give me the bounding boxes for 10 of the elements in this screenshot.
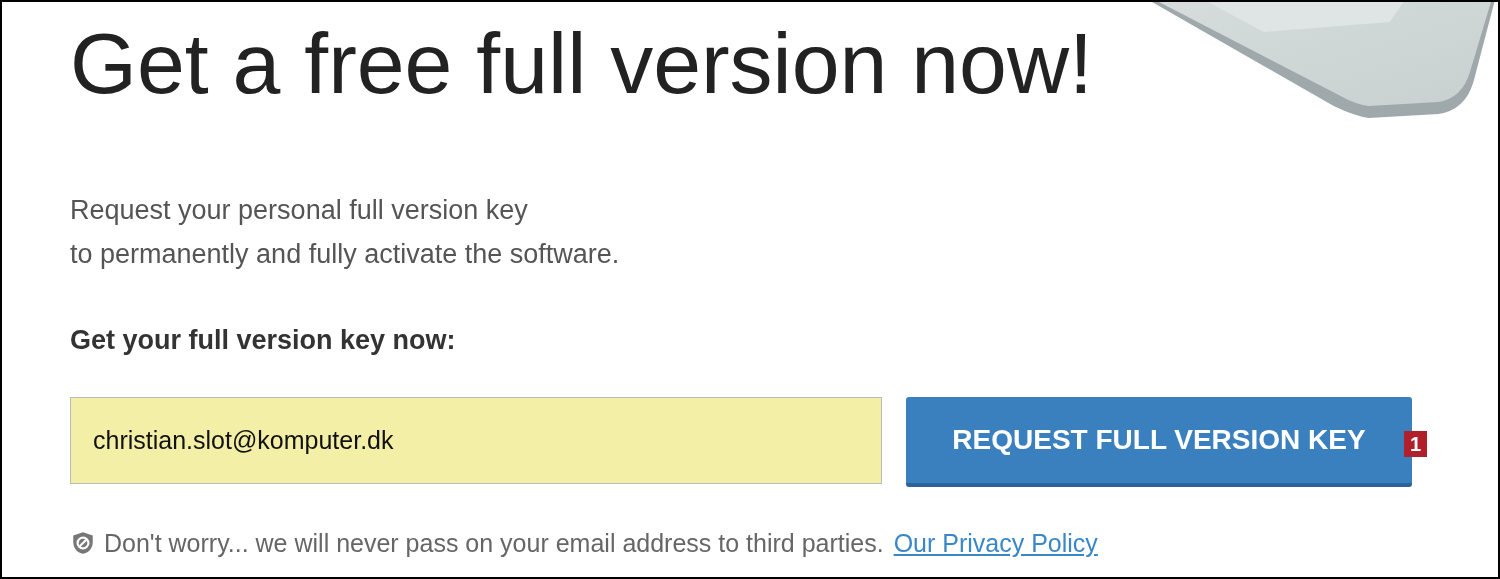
intro-text: to permanently and fully activate the software.	[70, 238, 621, 271]
email-field[interactable]: christian.slot@komputer.dk	[70, 396, 882, 484]
privacy-note: Don't worry... we will never pass on your email address to third parties.	[104, 527, 884, 559]
request-button[interactable]: REQUEST FULL VERSION KEY	[906, 396, 1412, 487]
form-label: Get your full version key now:	[70, 324, 457, 357]
intro-text: Request your personal full version key	[70, 194, 529, 227]
page-heading: Get a free full version now!	[70, 20, 1093, 106]
privacy-policy-link[interactable]: Our Privacy Policy	[893, 524, 1098, 562]
callout-badge: 1	[1404, 430, 1428, 457]
shield-icon	[70, 530, 96, 557]
